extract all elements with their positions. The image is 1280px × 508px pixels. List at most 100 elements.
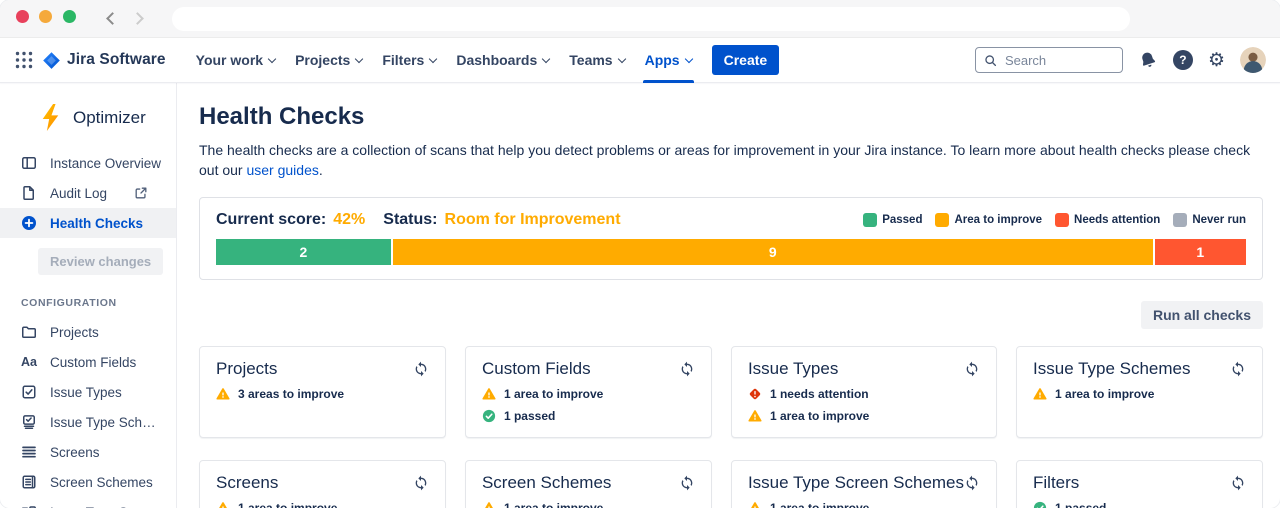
user-guides-link[interactable]: user guides xyxy=(246,162,318,178)
browser-forward-button[interactable] xyxy=(131,12,144,25)
optimizer-app-header: Optimizer xyxy=(0,97,176,148)
health-card-filters[interactable]: Filters 1 passed xyxy=(1016,460,1263,508)
sidebar-item-label: Audit Log xyxy=(50,186,107,201)
current-score-value: 42% xyxy=(333,211,365,229)
config-item-custom-fields[interactable]: AaCustom Fields xyxy=(0,347,176,377)
optimizer-sidebar: Optimizer Instance Overview Audit Log Heal… xyxy=(0,83,177,508)
refresh-icon[interactable] xyxy=(1230,361,1246,377)
notifications-bell-icon[interactable] xyxy=(1138,50,1158,70)
error-icon xyxy=(748,387,762,401)
nav-item-label: Dashboards xyxy=(456,52,537,68)
card-title: Issue Type Schemes xyxy=(1033,359,1191,379)
window-close-button[interactable] xyxy=(16,10,29,23)
browser-address-bar[interactable] xyxy=(172,7,1130,31)
success-icon xyxy=(482,409,496,423)
success-icon xyxy=(1033,501,1047,508)
card-status-label: 3 areas to improve xyxy=(238,387,344,401)
refresh-icon[interactable] xyxy=(413,361,429,377)
board-icon xyxy=(21,155,37,171)
legend-label: Area to improve xyxy=(954,214,1042,226)
nav-item-your-work[interactable]: Your work xyxy=(186,38,285,83)
sidebar-item-audit-log[interactable]: Audit Log xyxy=(0,178,176,208)
card-title: Filters xyxy=(1033,473,1079,493)
checkbox-icon xyxy=(21,384,37,400)
card-status-label: 1 passed xyxy=(504,409,555,423)
review-changes-button[interactable]: Review changes xyxy=(38,248,163,275)
card-status: 3 areas to improve xyxy=(216,387,429,401)
config-item-issue-type-schemes[interactable]: Issue Type Schemes xyxy=(0,407,176,437)
health-card-issue-types[interactable]: Issue Types 1 needs attention1 area to i… xyxy=(731,346,997,438)
chevron-down-icon xyxy=(268,54,276,62)
list-box-icon xyxy=(21,504,37,508)
card-title: Issue Types xyxy=(748,359,838,379)
jira-logo[interactable]: Jira Software xyxy=(42,51,166,70)
refresh-icon[interactable] xyxy=(1230,475,1246,491)
bar-segment-needs-attention: 1 xyxy=(1155,239,1246,265)
help-icon[interactable]: ? xyxy=(1173,50,1193,70)
legend-item-passed: Passed xyxy=(863,213,922,227)
configuration-section-label: CONFIGURATION xyxy=(21,297,176,309)
avatar[interactable] xyxy=(1240,47,1266,73)
legend: PassedArea to improveNeeds attentionNeve… xyxy=(863,213,1246,227)
window-zoom-button[interactable] xyxy=(63,10,76,23)
health-card-custom-fields[interactable]: Custom Fields 1 area to improve1 passed xyxy=(465,346,712,438)
card-status-label: 1 area to improve xyxy=(770,501,869,508)
gear-icon[interactable]: ⚙ xyxy=(1208,51,1225,70)
sidebar-item-instance-overview[interactable]: Instance Overview xyxy=(0,148,176,178)
nav-item-apps[interactable]: Apps xyxy=(635,38,702,83)
window-controls xyxy=(16,10,82,28)
sidebar-item-health-checks[interactable]: Health Checks xyxy=(0,208,176,238)
refresh-icon[interactable] xyxy=(679,361,695,377)
nav-item-label: Your work xyxy=(196,52,263,68)
sidebar-item-label: Custom Fields xyxy=(50,355,136,370)
external-link-icon[interactable] xyxy=(133,186,149,200)
app-window: Jira Software Your work Projects Filters Da… xyxy=(0,0,1280,508)
config-item-issue-types[interactable]: Issue Types xyxy=(0,377,176,407)
browser-chrome xyxy=(0,0,1280,38)
health-card-screens[interactable]: Screens 1 area to improve xyxy=(199,460,446,508)
health-card-screen-schemes[interactable]: Screen Schemes 1 area to improve xyxy=(465,460,712,508)
health-card-projects[interactable]: Projects 3 areas to improve xyxy=(199,346,446,438)
config-item-projects[interactable]: Projects xyxy=(0,317,176,347)
jira-top-navbar: Jira Software Your work Projects Filters Da… xyxy=(0,38,1280,83)
main-content: Health Checks The health checks are a co… xyxy=(177,83,1280,508)
run-all-checks-button[interactable]: Run all checks xyxy=(1141,301,1263,329)
card-title: Screens xyxy=(216,473,278,493)
search-box[interactable] xyxy=(975,47,1123,73)
warning-icon xyxy=(1033,387,1047,401)
nav-item-teams[interactable]: Teams xyxy=(559,38,634,83)
browser-back-button[interactable] xyxy=(106,12,119,25)
warning-icon xyxy=(216,387,230,401)
refresh-icon[interactable] xyxy=(964,361,980,377)
refresh-icon[interactable] xyxy=(964,475,980,491)
folder-icon xyxy=(21,324,37,340)
checkbox-stack-icon xyxy=(21,414,37,430)
nav-item-filters[interactable]: Filters xyxy=(372,38,446,83)
chevron-down-icon xyxy=(684,54,692,62)
card-status-label: 1 area to improve xyxy=(1055,387,1154,401)
card-status: 1 area to improve xyxy=(482,501,695,508)
health-card-issue-type-screen-schemes[interactable]: Issue Type Screen Schemes 1 area to impr… xyxy=(731,460,997,508)
nav-item-projects[interactable]: Projects xyxy=(285,38,372,83)
window-minimize-button[interactable] xyxy=(39,10,52,23)
search-input[interactable] xyxy=(1003,52,1114,69)
legend-item-needs-attention: Needs attention xyxy=(1055,213,1160,227)
nav-item-dashboards[interactable]: Dashboards xyxy=(446,38,559,83)
sidebar-item-label: Projects xyxy=(50,325,99,340)
health-card-issue-type-schemes[interactable]: Issue Type Schemes 1 area to improve xyxy=(1016,346,1263,438)
status-value: Room for Improvement xyxy=(445,211,621,229)
legend-swatch xyxy=(935,213,949,227)
create-button[interactable]: Create xyxy=(712,45,780,75)
run-row: Run all checks xyxy=(199,301,1263,329)
lightning-icon xyxy=(38,103,63,132)
config-item-screens[interactable]: Screens xyxy=(0,437,176,467)
app-switcher-icon[interactable] xyxy=(14,50,34,70)
card-status: 1 passed xyxy=(1033,501,1246,508)
config-item-screen-schemes[interactable]: Screen Schemes xyxy=(0,467,176,497)
config-item-issue-type-screen-sche[interactable]: Issue Type Screen Sche... xyxy=(0,497,176,508)
nav-item-label: Projects xyxy=(295,52,350,68)
nav-item-label: Apps xyxy=(645,52,680,68)
refresh-icon[interactable] xyxy=(413,475,429,491)
refresh-icon[interactable] xyxy=(679,475,695,491)
card-status-label: 1 area to improve xyxy=(238,501,337,508)
